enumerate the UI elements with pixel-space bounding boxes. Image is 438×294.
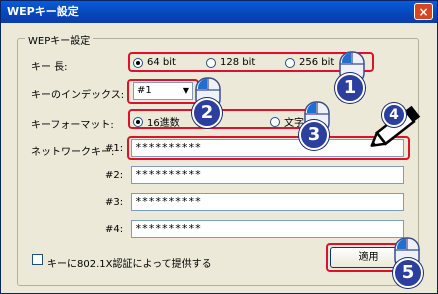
format-label: キーフォーマット:	[31, 120, 114, 131]
radio-dot	[133, 116, 143, 127]
index-select[interactable]: #1 ▼	[133, 82, 193, 100]
radio-label: 16進数	[147, 118, 180, 129]
radio-dot	[270, 116, 280, 127]
radio-hex[interactable]: 16進数	[133, 114, 180, 129]
radio-text[interactable]: 文字	[270, 114, 304, 129]
radio-label: 256 bit	[299, 57, 335, 68]
radio-label: 128 bit	[220, 57, 256, 68]
provide-8021x-label: キーに802.1X認証によって提供する	[47, 259, 212, 270]
radio-dot	[133, 57, 143, 68]
title-bar: WEPキー設定 ×	[1, 1, 437, 23]
chevron-down-icon: ▼	[182, 86, 189, 95]
key-4-label: #4:	[105, 224, 124, 235]
group-legend: WEPキー設定	[25, 32, 94, 47]
key-3-label: #3:	[105, 197, 124, 208]
key-2-input[interactable]: **********	[131, 166, 404, 184]
radio-128bit[interactable]: 128 bit	[206, 57, 255, 68]
callout-badge-3: 3	[299, 120, 329, 150]
provide-8021x-checkbox[interactable]	[32, 254, 43, 265]
index-value: #1	[137, 85, 152, 96]
window-title: WEPキー設定	[7, 5, 79, 18]
callout-badge-5: 5	[393, 258, 423, 288]
key-3-input[interactable]: **********	[131, 193, 404, 211]
radio-label: 64 bit	[147, 57, 176, 68]
callout-badge-4: 4	[382, 103, 406, 127]
key-4-input[interactable]: **********	[131, 220, 404, 238]
network-key-label: ネットワークキー:	[31, 147, 115, 158]
key-1-label: #1:	[105, 143, 124, 154]
radio-dot	[206, 57, 216, 68]
radio-256bit[interactable]: 256 bit	[285, 57, 334, 68]
callout-badge-1: 1	[335, 73, 365, 103]
index-label: キーのインデックス:	[31, 90, 125, 101]
close-button[interactable]: ×	[414, 3, 433, 20]
callout-badge-2: 2	[192, 98, 222, 128]
radio-dot	[285, 57, 295, 68]
key-2-label: #2:	[105, 170, 124, 181]
radio-64bit[interactable]: 64 bit	[133, 57, 176, 68]
key-length-label: キー 長:	[31, 62, 68, 73]
